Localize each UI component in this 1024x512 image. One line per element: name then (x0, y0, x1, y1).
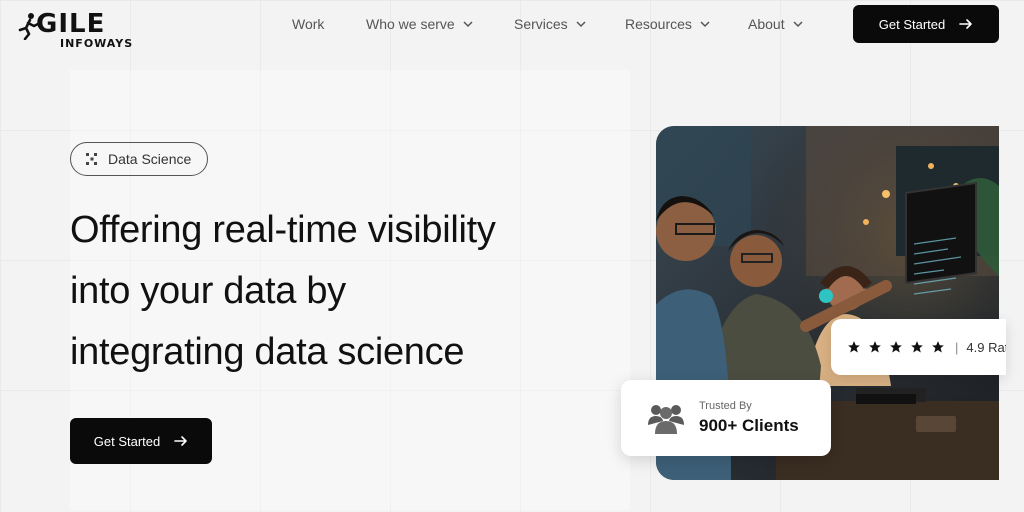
hero-get-started-button[interactable]: Get Started (70, 418, 212, 464)
trusted-label: Trusted By (699, 400, 752, 412)
nav-item-resources[interactable]: Resources (625, 14, 710, 34)
logo-subtitle: INFOWAYS (60, 37, 134, 50)
nav-item-label: About (748, 16, 785, 32)
chevron-down-icon (463, 21, 473, 28)
rating-stars (847, 340, 945, 354)
headline-line: Offering real-time visibility (70, 209, 496, 251)
category-tag: Data Science (70, 142, 208, 176)
chevron-down-icon (793, 21, 803, 28)
header-get-started-button[interactable]: Get Started (853, 5, 999, 43)
hero-headline: Offering real-time visibility into your … (70, 200, 610, 383)
star-icon (890, 341, 902, 353)
star-icon (911, 341, 923, 353)
star-icon (848, 341, 860, 353)
logo-wordmark: GILE (36, 9, 106, 39)
nav-item-services[interactable]: Services (514, 14, 586, 34)
trusted-by-card: Trusted By 900+ Clients (621, 380, 831, 456)
chevron-down-icon (700, 21, 710, 28)
rating-value: 4.9 Rating (966, 339, 1006, 355)
arrow-right-icon (959, 19, 973, 29)
nav-item-who-we-serve[interactable]: Who we serve (366, 14, 473, 34)
trusted-text: Trusted By 900+ Clients (699, 400, 799, 436)
nav-item-label: Who we serve (366, 16, 455, 32)
nav-item-label: Work (292, 16, 325, 32)
button-label: Get Started (93, 433, 161, 449)
chevron-down-icon (576, 21, 586, 28)
arrow-right-icon (174, 436, 188, 446)
star-icon (869, 341, 881, 353)
button-label: Get Started (878, 16, 946, 32)
data-dots-icon (86, 153, 97, 165)
rating-separator: | (955, 339, 959, 355)
nav-item-work[interactable]: Work (292, 14, 324, 34)
headline-line: integrating data science (70, 331, 465, 373)
trusted-count: 900+ Clients (699, 416, 799, 435)
brand-logo[interactable]: GILE INFOWAYS (16, 10, 136, 52)
users-group-icon (648, 405, 684, 434)
headline-line: into your data by (70, 270, 346, 312)
rating-card: | 4.9 Rating (831, 319, 1006, 375)
star-icon (932, 341, 944, 353)
nav-item-label: Resources (625, 16, 692, 32)
tag-label: Data Science (108, 151, 192, 167)
nav-item-about[interactable]: About (748, 14, 803, 34)
nav-item-label: Services (514, 16, 568, 32)
